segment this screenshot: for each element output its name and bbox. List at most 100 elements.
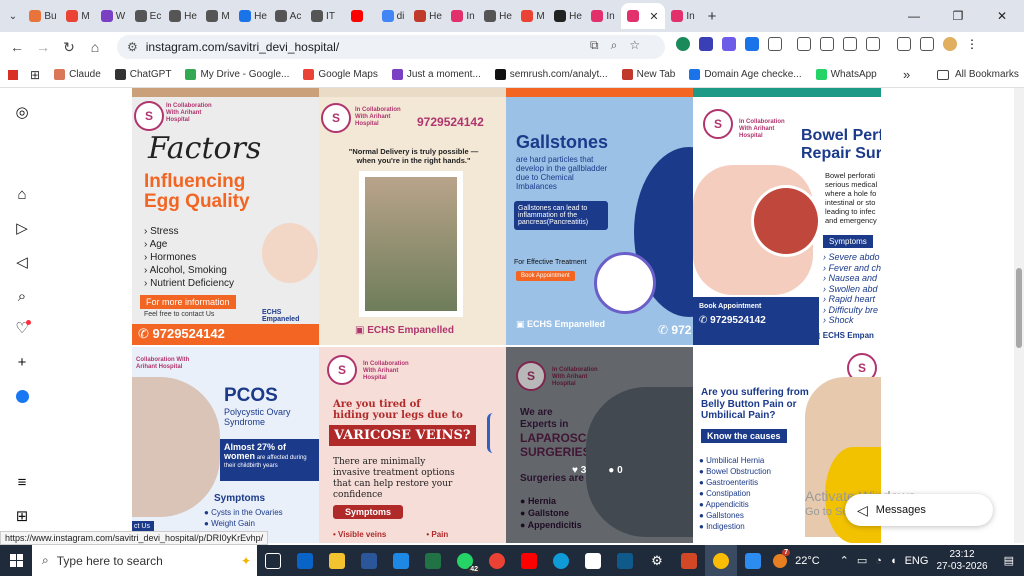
bookmark-item[interactable]: Google Maps (303, 69, 378, 80)
post-gallstones[interactable]: Gallstones are hard particles that devel… (506, 97, 693, 345)
notifications-icon[interactable]: ▤ (1004, 554, 1014, 567)
more-bookmarks-button[interactable]: » (903, 67, 910, 82)
minimize-button[interactable]: — (892, 0, 936, 32)
browser-tab[interactable]: IT (306, 3, 340, 29)
browser-tab[interactable]: M (516, 3, 550, 29)
browser-tab[interactable]: In (586, 3, 620, 29)
zoom-icon[interactable]: ⌕ (611, 38, 618, 53)
extension-icon[interactable] (722, 37, 736, 51)
chrome-active-icon[interactable] (705, 545, 737, 576)
browser-tab[interactable]: He (236, 3, 270, 29)
browser-tab[interactable]: Ac (271, 3, 305, 29)
post-bowel-perforation[interactable]: S In Collaboration With Arihant Hospital… (693, 97, 881, 345)
browser-tab[interactable]: ✕ (621, 3, 665, 29)
downloads-icon[interactable] (920, 37, 934, 51)
taskbar-search[interactable]: ⌕ Type here to search ✦ (32, 545, 257, 576)
kebab-menu-icon[interactable]: ⋮ (966, 37, 980, 51)
extension-icon[interactable] (699, 37, 713, 51)
bookmark-item[interactable]: WhatsApp (815, 69, 877, 80)
chrome-icon[interactable] (481, 545, 513, 576)
heart-icon[interactable]: ♡ (13, 320, 31, 338)
browser-tab[interactable]: In (666, 3, 700, 29)
address-bar[interactable]: ⚙ instagram.com/savitri_devi_hospital/ (117, 35, 665, 59)
browser-tab[interactable]: In (446, 3, 480, 29)
apps-icon[interactable]: ⊞ (13, 508, 31, 526)
tab-search-button[interactable]: ⌄ (1, 3, 25, 29)
vscode-icon[interactable] (385, 545, 417, 576)
start-button[interactable] (0, 545, 32, 576)
terminal-icon[interactable] (609, 545, 641, 576)
forward-button[interactable]: → (30, 39, 56, 55)
youtube-icon[interactable] (513, 545, 545, 576)
browser-tab[interactable]: Ec (131, 3, 165, 29)
bookmark-item[interactable]: Just a moment... (391, 69, 481, 80)
post-varicose-veins[interactable]: S In Collaboration With Arihant Hospital… (319, 347, 506, 543)
language-indicator[interactable]: ENG (905, 555, 929, 567)
instagram-icon[interactable]: ◎ (13, 104, 31, 122)
browser-tab[interactable]: He (166, 3, 200, 29)
all-bookmarks-button[interactable]: All Bookmarks (937, 69, 1019, 80)
excel-icon[interactable] (417, 545, 449, 576)
restore-button[interactable]: ❐ (936, 0, 980, 32)
browser-tab[interactable]: He (411, 3, 445, 29)
close-window-button[interactable]: ✕ (980, 0, 1024, 32)
weather-icon[interactable]: 7 (773, 548, 791, 568)
outlook-icon[interactable] (289, 545, 321, 576)
browser-tab[interactable]: W (96, 3, 130, 29)
browser-tab[interactable] (341, 3, 375, 29)
extension-icon[interactable] (676, 37, 690, 51)
apps-grid-icon[interactable]: ⊞ (30, 68, 40, 82)
site-info-icon[interactable]: ⚙ (127, 40, 138, 54)
page-scrollbar[interactable] (1014, 88, 1024, 543)
photos-icon[interactable] (737, 545, 769, 576)
powerpoint-icon[interactable] (673, 545, 705, 576)
browser-tab[interactable]: di (376, 3, 410, 29)
temperature[interactable]: 22°C (795, 555, 820, 567)
bookmark-icon[interactable] (8, 69, 18, 80)
volume-icon[interactable]: ◖ (890, 555, 897, 567)
messages-button[interactable]: ◁ Messages (845, 494, 993, 526)
home-button[interactable]: ⌂ (82, 39, 108, 55)
reading-list-icon[interactable] (797, 37, 811, 51)
puzzle-icon[interactable] (768, 37, 782, 51)
clock[interactable]: 23:12 27-03-2026 (936, 549, 987, 573)
side-panel-icon[interactable] (843, 37, 857, 51)
search-icon[interactable]: ⌕ (13, 288, 31, 306)
browser-tab[interactable]: M (61, 3, 95, 29)
browser-tab[interactable]: He (551, 3, 585, 29)
scrollbar-thumb[interactable] (1016, 268, 1022, 348)
whatsapp-icon[interactable]: 42 (449, 545, 481, 576)
bookmark-item[interactable]: New Tab (621, 69, 675, 80)
settings-icon[interactable]: ⚙ (641, 545, 673, 576)
reload-button[interactable]: ↻ (56, 39, 82, 56)
reels-icon[interactable]: ▷ (13, 220, 31, 238)
bookmark-item[interactable]: Domain Age checke... (689, 69, 802, 80)
chevron-up-icon[interactable]: ⌃ (840, 554, 849, 567)
edge-icon[interactable] (545, 545, 577, 576)
browser-tab[interactable]: M (201, 3, 235, 29)
browser-tab[interactable]: Bu (26, 3, 60, 29)
menu-icon[interactable]: ≡ (13, 474, 31, 492)
battery-icon[interactable]: ▭ (857, 554, 867, 567)
bookmark-item[interactable]: semrush.com/analyt... (494, 69, 608, 80)
post-pcos[interactable]: Collaboration With Arihant Hospital PCOS… (132, 347, 319, 543)
tab-groups-icon[interactable] (820, 37, 834, 51)
send-icon[interactable]: ◁ (13, 254, 31, 272)
bookmark-star-icon[interactable]: ☆ (629, 38, 640, 53)
browser-tab[interactable]: He (481, 3, 515, 29)
bookmark-item[interactable]: Claude (54, 69, 101, 80)
home-icon[interactable]: ⌂ (13, 186, 31, 204)
avatar[interactable] (943, 37, 957, 51)
post-normal-delivery[interactable]: S In Collaboration With Arihant Hospital… (319, 97, 506, 345)
word-icon[interactable] (353, 545, 385, 576)
media-icon[interactable] (897, 37, 911, 51)
plus-icon[interactable]: + (13, 354, 31, 372)
new-tab-button[interactable]: + (701, 3, 723, 29)
close-tab-icon[interactable]: ✕ (649, 10, 658, 23)
bookmarks-icon[interactable] (866, 37, 880, 51)
install-app-icon[interactable]: ⧉ (590, 38, 599, 53)
extension-icon[interactable] (745, 37, 759, 51)
bookmark-item[interactable]: My Drive - Google... (185, 69, 289, 80)
task-view-icon[interactable] (257, 545, 289, 576)
back-button[interactable]: ← (4, 39, 30, 55)
